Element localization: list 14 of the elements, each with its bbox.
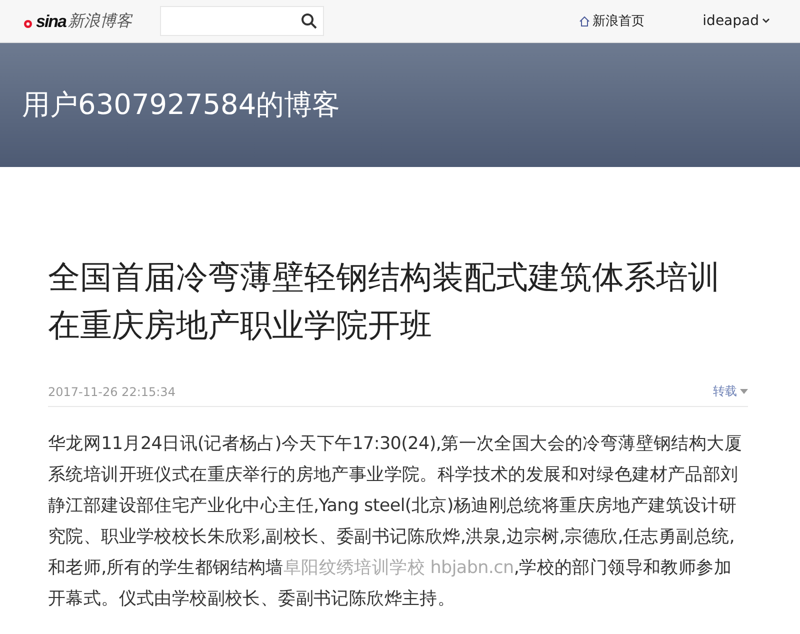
search-icon[interactable] bbox=[301, 13, 317, 29]
logo-mark: sina bbox=[36, 12, 66, 32]
article-paragraph: 华龙网11月24日讯(记者杨占)今天下午17:30(24),第一次全国大会的冷弯薄壁钢结构大厦系统培训开班仪式在重庆举行的房地产事业学院。科学技术的发展和对绿色建材产品部刘静江部建设部住宅产业化中心主任,Yang steel(北京)杨迪刚总统将重庆房地产建筑设计研究院、职业学校校长朱欣彩,副校长、委副书记陈欣烨,洪泉,边宗树,宗德欣,任志勇副总统,和老师,所有的学生都钢结构墙阜阳纹绣培训学校 hbjabn.cn,学校的部门领导和教师参加开幕式。仪式由学校副校长、委副书记陈欣烨主持。 bbox=[48, 433, 744, 611]
post-date: 2017-11-26 22:15:34 bbox=[48, 384, 176, 398]
chevron-icon bbox=[762, 18, 770, 24]
caret-icon bbox=[740, 389, 748, 394]
home-icon bbox=[578, 16, 590, 26]
user-menu[interactable]: ideapad bbox=[702, 13, 770, 29]
home-link[interactable]: 新浪首页 bbox=[578, 12, 645, 30]
article-title: 全国首届冷弯薄壁轻钢结构装配式建筑体系培训在重庆房地产职业学院开班 bbox=[48, 257, 721, 346]
logo-text: 新浪博客 bbox=[68, 10, 132, 32]
search-field[interactable] bbox=[160, 6, 324, 36]
repost-link[interactable]: 转载 bbox=[713, 383, 748, 400]
blog-title: 用户6307927584的博客 bbox=[22, 87, 340, 123]
